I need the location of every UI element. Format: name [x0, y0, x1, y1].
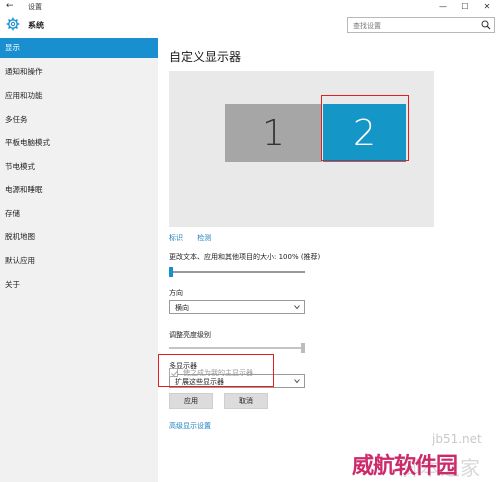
search-input[interactable]: 查找设置 — [347, 17, 495, 33]
sidebar-item-apps[interactable]: 应用和功能 — [0, 86, 158, 106]
main-content: 自定义显示器 1 2 标识 检测 更改文本、应用和其他项目的大小: 100% (… — [158, 38, 500, 482]
chevron-down-icon — [294, 379, 300, 384]
watermark-main: 威航软件园 — [352, 454, 458, 479]
sidebar-item-multitasking[interactable]: 多任务 — [0, 110, 158, 130]
orientation-label: 方向 — [169, 289, 183, 297]
display-arrangement-preview: 1 2 — [169, 71, 434, 227]
sidebar-item-offline-maps[interactable]: 脱机地图 — [0, 227, 158, 247]
section-title: 系统 — [28, 21, 44, 30]
cancel-button[interactable]: 取消 — [224, 393, 268, 409]
title-bar: ← 设置 — ☐ ✕ — [0, 0, 500, 14]
search-placeholder: 查找设置 — [353, 22, 381, 30]
scale-slider[interactable] — [169, 267, 305, 277]
watermark-site: jb51.net — [432, 432, 482, 446]
sidebar-item-notifications[interactable]: 通知和操作 — [0, 62, 158, 82]
orientation-value: 横向 — [175, 304, 189, 312]
gear-icon — [6, 17, 20, 31]
sidebar-item-default-apps[interactable]: 默认应用 — [0, 251, 158, 271]
sidebar-item-battery-saver[interactable]: 节电模式 — [0, 157, 158, 177]
highlight-box-monitor — [321, 95, 409, 161]
monitor-1[interactable]: 1 — [225, 104, 322, 162]
apply-button[interactable]: 应用 — [169, 393, 213, 409]
make-main-display-label: 使之成为我的主显示器 — [183, 369, 253, 377]
header: 系统 查找设置 — [0, 14, 500, 36]
close-button[interactable]: ✕ — [476, 0, 498, 14]
page-title: 自定义显示器 — [169, 50, 242, 64]
brightness-slider-track — [169, 347, 305, 349]
minimize-button[interactable]: — — [432, 0, 454, 14]
identify-link[interactable]: 标识 — [169, 234, 183, 242]
advanced-display-settings-link[interactable]: 高级显示设置 — [169, 421, 211, 431]
sidebar-item-tablet-mode[interactable]: 平板电脑模式 — [0, 133, 158, 153]
make-main-display-option[interactable]: 使之成为我的主显示器 — [169, 366, 279, 380]
display-links: 标识 检测 — [169, 233, 223, 243]
sidebar-item-about[interactable]: 关于 — [0, 275, 158, 295]
brightness-slider-thumb[interactable] — [301, 343, 305, 353]
sidebar-item-power-sleep[interactable]: 电源和睡眠 — [0, 180, 158, 200]
scale-label: 更改文本、应用和其他项目的大小: 100% (推荐) — [169, 253, 321, 261]
scale-slider-track — [169, 271, 305, 273]
scale-slider-thumb[interactable] — [169, 267, 173, 277]
checkmark-icon — [171, 370, 178, 377]
chevron-down-icon — [294, 305, 300, 310]
sidebar-item-storage[interactable]: 存储 — [0, 204, 158, 224]
orientation-dropdown[interactable]: 横向 — [169, 300, 305, 314]
back-arrow-icon[interactable]: ← — [6, 1, 14, 11]
search-icon[interactable] — [481, 20, 491, 30]
make-main-display-checkbox[interactable] — [169, 368, 178, 377]
sidebar: 显示 通知和操作 应用和功能 多任务 平板电脑模式 节电模式 电源和睡眠 存储 … — [0, 38, 158, 482]
window-title: 设置 — [28, 3, 42, 11]
brightness-label: 调整亮度级别 — [169, 331, 211, 339]
detect-link[interactable]: 检测 — [197, 234, 211, 242]
sidebar-item-display[interactable]: 显示 — [0, 38, 158, 58]
maximize-button[interactable]: ☐ — [454, 0, 476, 14]
brightness-slider[interactable] — [169, 343, 305, 353]
